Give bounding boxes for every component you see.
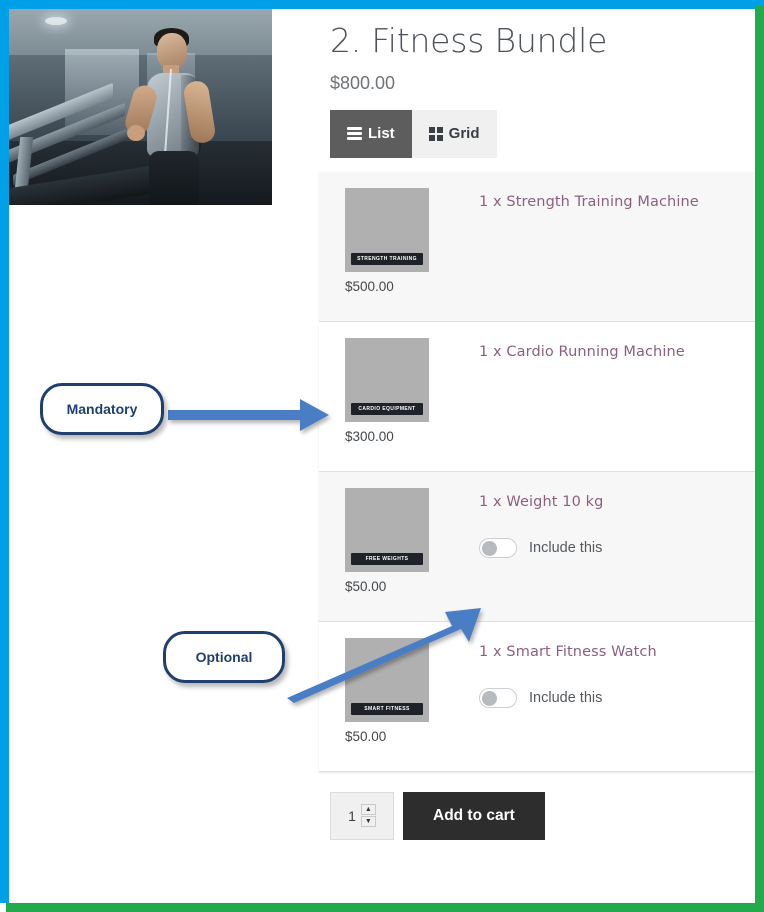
arrow-mandatory bbox=[168, 399, 329, 431]
annotation-frame-bottom bbox=[6, 903, 764, 912]
callout-mandatory: Mandatory bbox=[40, 383, 164, 435]
annotation-frame-right bbox=[755, 6, 764, 912]
arrow-optional bbox=[287, 608, 481, 703]
annotation-frame-top bbox=[0, 0, 764, 9]
callout-optional: Optional bbox=[163, 631, 285, 683]
annotation-frame-left bbox=[0, 0, 9, 903]
annotation-arrows bbox=[168, 399, 481, 703]
